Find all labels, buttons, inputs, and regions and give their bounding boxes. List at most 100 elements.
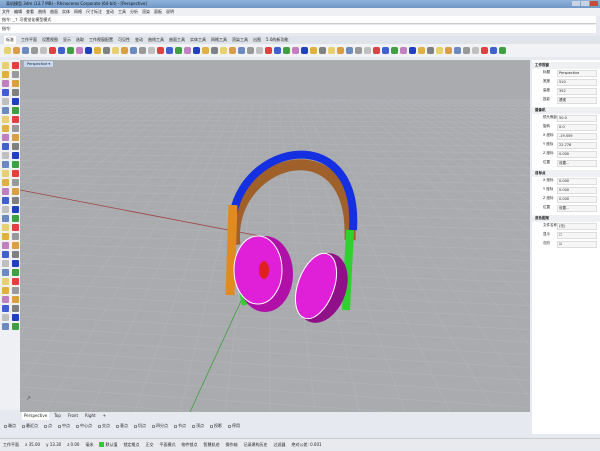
tool-icon[interactable] [12,278,19,285]
property-value[interactable]: ☑ [557,241,597,248]
toolbar-button-icon[interactable] [76,47,83,54]
property-value[interactable]: 0.000 [557,187,597,194]
toolbar-button-icon[interactable] [337,47,344,54]
toolbar-button-icon[interactable] [301,47,308,54]
toolbar-button-icon[interactable] [373,47,380,54]
tool-icon[interactable] [2,206,9,213]
osnap-option[interactable]: 切点 [134,421,146,431]
osnap-option[interactable]: 投影 [210,421,222,431]
toolbar-tab[interactable]: 变动 [135,36,143,44]
viewport-tab[interactable]: Top [52,412,63,420]
menu-item[interactable]: 面板 [154,8,162,16]
toolbar-tab[interactable]: 显示 [63,36,71,44]
toolbar-button-icon[interactable] [382,47,389,54]
menu-item[interactable]: 实体 [62,8,70,16]
menu-item[interactable]: 编辑 [14,8,22,16]
command-input[interactable]: 指令: [0,25,596,33]
toolbar-button-icon[interactable] [13,47,20,54]
toolbar-button-icon[interactable] [247,47,254,54]
toolbar-button-icon[interactable] [256,47,263,54]
tool-icon[interactable] [2,269,9,276]
osnap-option[interactable]: 中心点 [76,421,92,431]
viewport-tab[interactable]: Front [66,412,80,420]
status-toggle[interactable]: 锁定格点 [123,439,139,450]
osnap-checkbox[interactable] [98,425,101,428]
tool-icon[interactable] [12,224,19,231]
toolbar-button-icon[interactable] [445,47,452,54]
toolbar-tab[interactable]: 工作平面 [21,36,37,44]
property-value[interactable]: 透视 [557,97,597,104]
viewport-tab[interactable]: + [101,412,108,420]
tool-icon[interactable] [2,242,9,249]
property-value[interactable]: 0.000 [557,196,597,203]
toolbar-tab[interactable]: 渲染工具 [232,36,248,44]
toolbar-button-icon[interactable] [67,47,74,54]
tool-icon[interactable] [2,251,9,258]
toolbar-button-icon[interactable] [292,47,299,54]
tool-icon[interactable] [12,233,19,240]
toolbar-button-icon[interactable] [49,47,56,54]
tool-icon[interactable] [12,80,19,87]
tool-icon[interactable] [2,314,9,321]
menu-item[interactable]: 文件 [2,8,10,16]
toolbar-button-icon[interactable] [364,47,371,54]
tool-icon[interactable] [2,89,9,96]
tool-icon[interactable] [12,107,19,114]
osnap-option[interactable]: 端点 [4,421,16,431]
toolbar-button-icon[interactable] [265,47,272,54]
close-button[interactable] [590,1,598,6]
osnap-checkbox[interactable] [76,425,79,428]
status-toggle[interactable]: 操作轴 [225,439,237,450]
toolbar-button-icon[interactable] [220,47,227,54]
tool-icon[interactable] [2,233,9,240]
toolbar-button-icon[interactable] [319,47,326,54]
property-value[interactable]: 0.0 [557,124,597,131]
status-toggle[interactable]: 平面模式 [159,439,175,450]
tool-icon[interactable] [12,314,19,321]
menu-item[interactable]: 曲线 [38,8,46,16]
toolbar-button-icon[interactable] [22,47,29,54]
toolbar-button-icon[interactable] [409,47,416,54]
toolbar-button-icon[interactable] [391,47,398,54]
tool-icon[interactable] [12,170,19,177]
tool-icon[interactable] [12,161,19,168]
tool-icon[interactable] [12,197,19,204]
tool-icon[interactable] [2,197,9,204]
tool-icon[interactable] [12,260,19,267]
menu-item[interactable]: 曲面 [50,8,58,16]
minimize-button[interactable] [572,1,580,6]
osnap-checkbox[interactable] [22,425,25,428]
toolbar-tab[interactable]: 实体工具 [190,36,206,44]
toolbar-button-icon[interactable] [85,47,92,54]
tool-icon[interactable] [2,323,9,330]
tool-icon[interactable] [12,305,19,312]
osnap-checkbox[interactable] [116,425,119,428]
osnap-checkbox[interactable] [192,425,195,428]
tool-icon[interactable] [12,242,19,249]
toolbar-button-icon[interactable] [4,47,11,54]
property-value[interactable]: 0.000 [557,151,597,158]
tool-icon[interactable] [12,323,19,330]
tool-icon[interactable] [2,152,9,159]
tool-icon[interactable] [2,98,9,105]
toolbar-button-icon[interactable] [166,47,173,54]
tool-icon[interactable] [12,125,19,132]
tool-icon[interactable] [12,296,19,303]
status-toggle[interactable]: 过滤器 [273,439,285,450]
tool-icon[interactable] [2,125,9,132]
toolbar-button-icon[interactable] [130,47,137,54]
property-value[interactable]: 设置... [557,205,597,212]
toolbar-button-icon[interactable] [328,47,335,54]
tool-icon[interactable] [2,287,9,294]
property-value[interactable]: ☐ [557,232,597,239]
osnap-option[interactable]: 节点 [174,421,186,431]
tool-icon[interactable] [12,152,19,159]
property-value[interactable]: 设置... [557,160,597,167]
osnap-checkbox[interactable] [174,425,177,428]
toolbar-button-icon[interactable] [427,47,434,54]
tool-icon[interactable] [2,224,9,231]
toolbar-button-icon[interactable] [175,47,182,54]
menu-item[interactable]: 分析 [130,8,138,16]
tool-icon[interactable] [2,143,9,150]
layer-selector[interactable]: 默认值 [99,439,117,450]
